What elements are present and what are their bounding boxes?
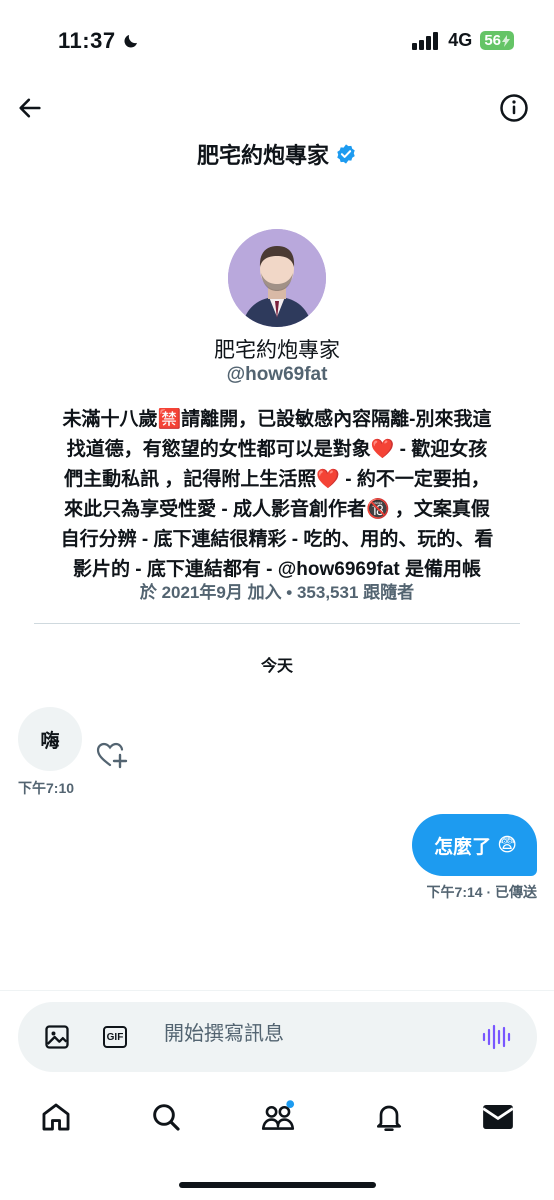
bio-text: 未滿十八歲	[62, 409, 158, 430]
nav-search[interactable]	[146, 1097, 186, 1137]
outgoing-message-bubble[interactable]: 怎麼了 😨	[412, 814, 537, 876]
verified-badge-icon	[337, 144, 355, 164]
add-gif-button[interactable]: GIF	[100, 1022, 130, 1052]
status-bar-time: 11:37	[58, 28, 140, 54]
moon-icon	[124, 35, 137, 48]
day-separator: 今天	[260, 658, 293, 675]
status-bar-right: 4G 56	[412, 30, 514, 51]
profile-bio: 未滿十八歲🈲請離開，已設敏感內容隔離-別來我這 找道德，有慾望的女性都可以是對象…	[30, 405, 524, 585]
search-icon	[153, 1104, 180, 1131]
arrow-left-icon	[19, 98, 41, 118]
back-button[interactable]	[14, 92, 46, 124]
bio-line: 們主動私訊 ，記得附上生活照❤️ - 約不一定要拍，	[30, 465, 524, 495]
bio-text: ，文案真假	[389, 499, 490, 520]
add-reaction-button[interactable]	[96, 740, 128, 775]
bio-text: - 約不一定要拍，	[340, 469, 490, 490]
network-label: 4G	[448, 30, 473, 50]
info-icon	[500, 94, 528, 122]
profile-avatar[interactable]	[228, 229, 326, 327]
bio-text: 請離開，已設敏感內容隔離-別來我這	[181, 409, 492, 430]
header-title: 肥宅約炮專家	[196, 143, 329, 168]
bio-text: 找道德，有慾望的女性都可以是對象	[66, 439, 371, 460]
nav-home[interactable]	[36, 1097, 76, 1137]
no-under-18-emoji: 🔞	[365, 499, 390, 520]
bio-text: 來此只為享受性愛 - 成人影音創作者	[64, 499, 366, 520]
heart-emoji: ❤️	[370, 439, 395, 460]
bio-text: 影片的 - 底下連結都有 - @how6969fat 是備用帳	[72, 559, 482, 580]
incoming-message-bubble[interactable]: 嗨	[18, 707, 82, 771]
info-button[interactable]	[497, 91, 531, 125]
home-icon	[42, 1103, 70, 1131]
message-timestamp: 下午7:10	[18, 780, 75, 796]
message-text: 怎麼了	[434, 836, 492, 858]
bio-line: 未滿十八歲🈲請離開，已設敏感內容隔離-別來我這	[30, 405, 524, 435]
avatar-image	[228, 229, 326, 327]
nav-communities[interactable]	[258, 1097, 298, 1137]
profile-handle[interactable]: @how69fat	[0, 364, 554, 386]
bio-line: 找道德，有慾望的女性都可以是對象❤️ - 歡迎女孩	[30, 435, 524, 465]
profile-meta: 於 2021年9月 加入 • 353,531 跟隨者	[139, 583, 415, 602]
profile-name: 肥宅約炮專家	[214, 339, 340, 362]
battery-indicator: 56	[480, 31, 514, 50]
message-text: 嗨	[40, 730, 60, 752]
home-indicator	[179, 1182, 376, 1188]
bio-text: 自行分辨 - 底下連結很精彩 - 吃的、用的、玩的、看	[60, 529, 494, 550]
heart-emoji: ❤️	[316, 469, 341, 490]
bio-line: 自行分辨 - 底下連結很精彩 - 吃的、用的、玩的、看	[30, 525, 524, 555]
battery-level: 56	[484, 32, 501, 49]
bio-text: - 歡迎女孩	[394, 439, 488, 460]
composer-divider	[0, 990, 554, 991]
divider	[34, 623, 520, 624]
bio-text: 們主動私訊 ，記得附上生活照	[64, 469, 317, 490]
charging-icon	[502, 34, 510, 47]
voice-message-button[interactable]	[480, 1022, 512, 1052]
image-icon	[45, 1025, 69, 1049]
heart-plus-icon	[96, 742, 128, 769]
message-status: 下午7:14 · 已傳送	[426, 884, 537, 900]
message-composer: GIF	[18, 1002, 537, 1072]
message-input[interactable]	[162, 1022, 466, 1047]
signal-icon	[412, 31, 439, 50]
prohibited-emoji: 🈲	[157, 409, 182, 430]
conversation-header[interactable]: 肥宅約炮專家	[0, 138, 554, 170]
clock-text: 11:37	[58, 28, 116, 53]
fearful-emoji: 😨	[497, 834, 517, 856]
voice-wave-icon	[482, 1024, 511, 1050]
add-image-button[interactable]	[42, 1022, 72, 1052]
nav-messages[interactable]	[478, 1097, 518, 1137]
communities-icon	[261, 1100, 295, 1130]
bio-line: 來此只為享受性愛 - 成人影音創作者🔞 ，文案真假	[30, 495, 524, 525]
gif-icon: GIF	[103, 1026, 127, 1048]
messages-icon	[482, 1104, 514, 1130]
notifications-icon	[377, 1105, 401, 1131]
nav-notifications[interactable]	[369, 1097, 409, 1137]
